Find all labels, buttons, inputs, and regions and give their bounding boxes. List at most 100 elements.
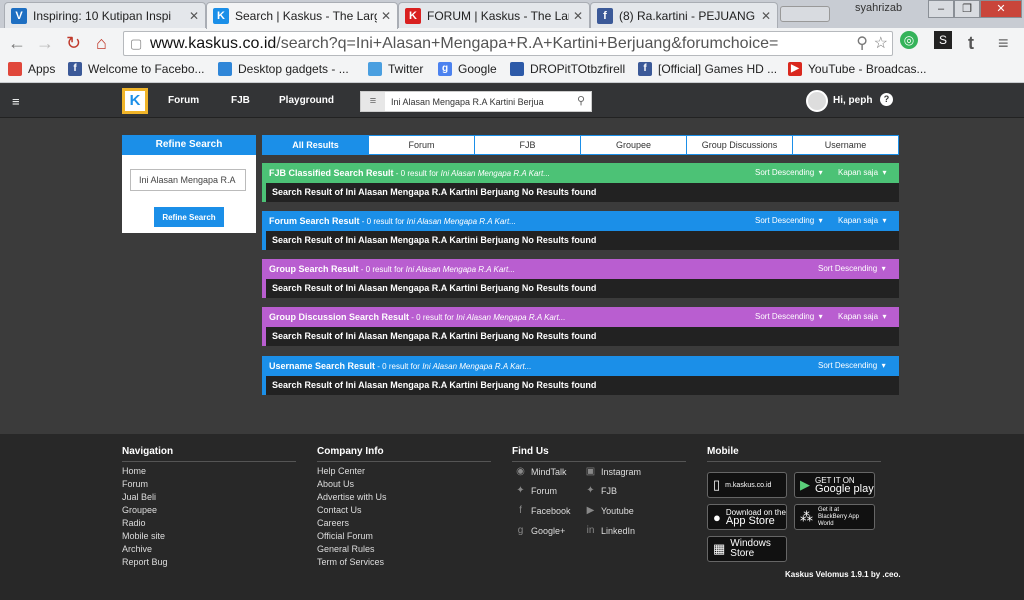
footer-link[interactable]: Help Center	[317, 466, 365, 476]
social-facebook[interactable]: f Facebook	[515, 505, 570, 516]
result-body: Search Result of Ini Alasan Mengapa R.A …	[262, 327, 899, 346]
footer-link[interactable]: Jual Beli	[122, 492, 156, 502]
social-fjb[interactable]: ✦ FJB	[585, 485, 617, 496]
username-result-section: Username Search Result - 0 result for In…	[262, 356, 899, 398]
social-google-plus[interactable]: g Google+	[515, 525, 566, 536]
social-instagram[interactable]: ▣ Instagram	[585, 466, 641, 477]
help-icon[interactable]: ?	[880, 93, 893, 106]
close-tab-icon[interactable]: ✕	[381, 9, 391, 23]
browser-tab[interactable]: f (8) Ra.kartini - PEJUANG E ✕	[590, 2, 778, 28]
close-window-button[interactable]: ✕	[980, 0, 1022, 18]
footer-link[interactable]: Report Bug	[122, 557, 168, 567]
footer-link[interactable]: About Us	[317, 479, 354, 489]
menu-icon[interactable]: ≡	[998, 32, 1009, 54]
bookmark-facebook[interactable]: f Welcome to Facebo...	[68, 62, 205, 76]
facebook-icon: f	[638, 62, 652, 76]
app-store-badge[interactable]: ● Download on the App Store	[707, 504, 787, 530]
sort-dropdown[interactable]: Sort Descending ▾	[755, 211, 823, 231]
user-greeting[interactable]: Hi, peph	[833, 95, 872, 106]
sort-dropdown[interactable]: Sort Descending ▾	[755, 307, 823, 327]
home-icon[interactable]: ⌂	[96, 32, 107, 54]
time-filter-dropdown[interactable]: Kapan saja ▾	[838, 307, 887, 327]
new-tab-button[interactable]	[780, 6, 830, 22]
footer-link[interactable]: General Rules	[317, 544, 375, 554]
search-menu-icon[interactable]: ≡	[361, 92, 385, 111]
close-tab-icon[interactable]: ✕	[573, 9, 583, 23]
bookmark-google[interactable]: g Google	[438, 62, 497, 76]
tab-groupee[interactable]: Groupee	[580, 136, 686, 154]
tab-group-discussions[interactable]: Group Discussions	[686, 136, 792, 154]
tab-username[interactable]: Username	[792, 136, 898, 154]
back-icon[interactable]: ←	[8, 32, 26, 54]
refine-search-input[interactable]	[130, 169, 246, 191]
browser-tab-active[interactable]: K Search | Kaskus - The Larg ✕	[206, 2, 398, 29]
facebook-icon: f	[68, 62, 82, 76]
extension-s-icon[interactable]: S	[934, 31, 952, 49]
hamburger-menu-icon[interactable]: ≡	[12, 94, 20, 109]
footer-link[interactable]: Careers	[317, 518, 349, 528]
linkedin-icon: in	[586, 525, 595, 536]
social-mindtalk[interactable]: ◉ MindTalk	[515, 466, 566, 477]
footer-link[interactable]: Contact Us	[317, 505, 362, 515]
reload-icon[interactable]: ↻	[66, 32, 81, 54]
browser-tab[interactable]: V Inspiring: 10 Kutipan Inspi ✕	[4, 2, 206, 28]
tab-fjb[interactable]: FJB	[474, 136, 580, 154]
address-bar[interactable]: ▢ www.kaskus.co.id/search?q=Ini+Alasan+M…	[123, 31, 893, 56]
apps-grid-icon	[8, 62, 22, 76]
google-play-icon: ▶	[800, 477, 810, 492]
google-play-badge[interactable]: ▶ GET IT ON Google play	[794, 472, 875, 498]
bookmark-desktop-gadgets[interactable]: Desktop gadgets - ...	[218, 62, 349, 76]
bookmark-youtube[interactable]: ▶ YouTube - Broadcas...	[788, 62, 927, 76]
footer-link[interactable]: Archive	[122, 544, 152, 554]
bookmark-games[interactable]: f [Official] Games HD ...	[638, 62, 777, 76]
bookmark-dropit[interactable]: DROPitTOtbzfirell	[510, 62, 625, 76]
menu-forum[interactable]: Forum	[168, 95, 199, 106]
footer-link[interactable]: Term of Services	[317, 557, 384, 567]
footer-link[interactable]: Groupee	[122, 505, 157, 515]
sort-dropdown[interactable]: Sort Descending ▾	[755, 163, 823, 183]
result-title: FJB Classified Search Result	[269, 168, 394, 178]
bookmark-star-icon[interactable]: ☆	[874, 32, 888, 55]
footer-link[interactable]: Advertise with Us	[317, 492, 387, 502]
tumblr-icon[interactable]: t	[968, 32, 974, 54]
tab-all-results[interactable]: All Results	[263, 136, 368, 154]
social-linkedin[interactable]: in LinkedIn	[585, 525, 635, 536]
sort-dropdown[interactable]: Sort Descending ▾	[818, 356, 886, 376]
time-filter-dropdown[interactable]: Kapan saja ▾	[838, 211, 887, 231]
close-tab-icon[interactable]: ✕	[189, 9, 199, 23]
footer-link[interactable]: Official Forum	[317, 531, 373, 541]
windows-store-badge[interactable]: ▦ Windows Store	[707, 536, 787, 562]
forward-icon[interactable]: →	[36, 32, 54, 54]
youtube-icon: ▶	[586, 505, 595, 516]
footer-link[interactable]: Forum	[122, 479, 148, 489]
close-tab-icon[interactable]: ✕	[761, 9, 771, 23]
search-input[interactable]	[391, 94, 561, 109]
social-youtube[interactable]: ▶ Youtube	[585, 505, 634, 516]
time-filter-dropdown[interactable]: Kapan saja ▾	[838, 163, 887, 183]
zoom-icon[interactable]: ⚲	[856, 32, 868, 55]
extension-icon[interactable]: ◎	[900, 31, 918, 49]
tab-forum[interactable]: Forum	[368, 136, 474, 154]
kaskus-search-box[interactable]: ≡ ⚲	[360, 91, 592, 112]
sort-dropdown[interactable]: Sort Descending ▾	[818, 259, 886, 279]
kaskus-logo[interactable]: K	[122, 88, 148, 114]
avatar[interactable]	[806, 90, 828, 112]
bookmark-apps[interactable]: Apps	[8, 62, 55, 76]
browser-tab[interactable]: K FORUM | Kaskus - The Lar ✕	[398, 2, 590, 28]
search-icon[interactable]: ⚲	[577, 94, 585, 107]
twitter-icon: ✦	[586, 485, 595, 496]
mobile-site-badge[interactable]: ▯ m.kaskus.co.id	[707, 472, 787, 498]
footer-link[interactable]: Mobile site	[122, 531, 165, 541]
footer-mobile: Mobile	[707, 446, 881, 468]
refine-search-button[interactable]: Refine Search	[154, 207, 224, 227]
blackberry-badge[interactable]: ⁂ Get it at BlackBerry App World	[794, 504, 875, 530]
menu-playground[interactable]: Playground	[279, 95, 334, 106]
forum-result-section: Forum Search Result - 0 result for Ini A…	[262, 211, 899, 253]
footer-link[interactable]: Radio	[122, 518, 146, 528]
minimize-button[interactable]: –	[928, 0, 954, 18]
social-forum[interactable]: ✦ Forum	[515, 485, 557, 496]
footer-link[interactable]: Home	[122, 466, 146, 476]
maximize-button[interactable]: ❐	[954, 0, 980, 18]
bookmark-twitter[interactable]: Twitter	[368, 62, 423, 76]
menu-fjb[interactable]: FJB	[231, 95, 250, 106]
